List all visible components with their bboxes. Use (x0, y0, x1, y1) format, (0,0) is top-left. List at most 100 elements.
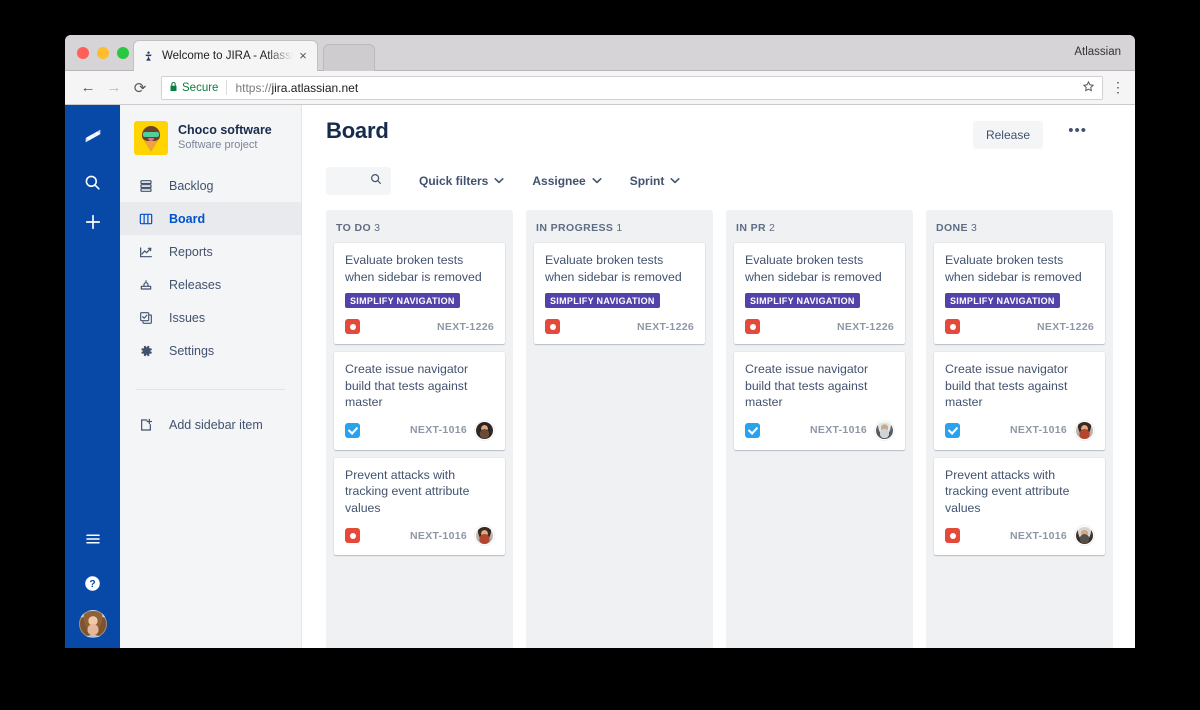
column-header: TO DO 3 (334, 210, 505, 243)
board-card[interactable]: Evaluate broken tests when sidebar is re… (334, 243, 505, 344)
page-title: Board (326, 118, 389, 143)
project-header[interactable]: Choco software Software project (120, 121, 301, 155)
plus-icon[interactable] (76, 205, 110, 239)
board-card[interactable]: Prevent attacks with tracking event attr… (334, 457, 505, 555)
card-title: Create issue navigator build that tests … (745, 362, 869, 409)
back-button[interactable]: ← (75, 75, 101, 101)
browser-tab-inactive[interactable] (323, 44, 375, 71)
card-issue-key: NEXT-1016 (810, 424, 867, 436)
sidebar-item-issues[interactable]: Issues (120, 301, 301, 334)
card-assignee-avatar[interactable] (1075, 526, 1094, 545)
release-button[interactable]: Release (972, 121, 1043, 149)
sidebar-item-label: Releases (169, 277, 222, 292)
task-type-icon (745, 422, 760, 438)
browser-tab-active[interactable]: Welcome to JIRA - Atlassian Fi × (133, 40, 318, 71)
board-card[interactable]: Prevent attacks with tracking event attr… (934, 457, 1105, 555)
reload-button[interactable]: ⟳ (127, 75, 153, 101)
search-icon[interactable] (76, 165, 110, 199)
card-issue-key: NEXT-1226 (637, 320, 694, 333)
bug-type-icon (345, 528, 360, 543)
card-assignee-avatar[interactable] (875, 420, 894, 440)
assignee-dropdown[interactable]: Assignee (532, 174, 602, 188)
board-card[interactable]: Create issue navigator build that tests … (734, 352, 905, 450)
more-actions-button[interactable]: ••• (1068, 123, 1087, 139)
close-window-button[interactable] (77, 47, 89, 59)
card-assignee-avatar[interactable] (475, 420, 494, 440)
card-footer: NEXT-1016 (745, 420, 894, 440)
card-assignee-avatar[interactable] (1075, 420, 1094, 440)
sidebar-item-label: Backlog (169, 178, 214, 193)
omnibox-divider (226, 80, 228, 95)
column-header: DONE 3 (934, 210, 1105, 243)
board-card[interactable]: Evaluate broken tests when sidebar is re… (934, 243, 1105, 344)
sidebar-item-label: Reports (169, 244, 213, 259)
card-issue-key: NEXT-1016 (410, 529, 467, 542)
board-card[interactable]: Create issue navigator build that tests … (934, 352, 1105, 450)
address-bar[interactable]: Secure https:// jira.atlassian.net (161, 75, 1103, 100)
help-icon[interactable]: ? (76, 566, 110, 600)
add-sidebar-item-label: Add sidebar item (169, 417, 263, 432)
global-nav-bottom-group: ? (76, 522, 110, 638)
column-card-count: 2 (769, 222, 776, 234)
releases-icon (136, 277, 156, 293)
jira-logo-icon[interactable] (76, 119, 110, 153)
task-type-icon (345, 422, 360, 438)
card-assignee-avatar[interactable] (475, 526, 494, 545)
card-issue-key: NEXT-1016 (1010, 424, 1067, 436)
board-card[interactable]: Evaluate broken tests when sidebar is re… (734, 243, 905, 344)
board-card[interactable]: Evaluate broken tests when sidebar is re… (534, 243, 705, 344)
card-footer: NEXT-1226 (345, 319, 494, 334)
window-traffic-lights (77, 47, 129, 59)
maximize-window-button[interactable] (117, 47, 129, 59)
project-avatar-icecream (134, 121, 168, 155)
add-sidebar-item-button[interactable]: Add sidebar item (120, 408, 301, 441)
minimize-window-button[interactable] (97, 47, 109, 59)
card-label-badge: SIMPLIFY NAVIGATION (745, 293, 860, 308)
card-issue-key: NEXT-1016 (1010, 529, 1067, 542)
card-footer: NEXT-1226 (545, 319, 694, 334)
sidebar-item-backlog[interactable]: Backlog (120, 169, 301, 202)
card-footer: NEXT-1226 (945, 319, 1094, 334)
bookmark-star-icon[interactable] (1082, 80, 1095, 96)
column-header: IN PR 2 (734, 210, 905, 243)
sidebar-item-settings[interactable]: Settings (120, 334, 301, 367)
browser-url-bar: ← → ⟳ Secure https:// jira.atlassian.net… (65, 71, 1135, 105)
card-issue-key: NEXT-1016 (410, 424, 467, 436)
browser-tab-title: Welcome to JIRA - Atlassian Fi (162, 50, 296, 62)
search-icon (369, 172, 383, 191)
user-avatar[interactable] (78, 610, 107, 638)
window-brand-label: Atlassian (1074, 46, 1121, 58)
sidebar-item-label: Settings (169, 343, 215, 358)
card-issue-key: NEXT-1226 (437, 320, 494, 333)
sidebar-item-reports[interactable]: Reports (120, 235, 301, 268)
card-footer: NEXT-1016 (945, 420, 1094, 440)
quick-filters-dropdown[interactable]: Quick filters (419, 174, 504, 188)
board-main-content: Board Release ••• Quick filters Assignee… (302, 105, 1135, 648)
url-host: jira.atlassian.net (271, 80, 359, 95)
card-issue-key: NEXT-1226 (837, 320, 894, 333)
board-card[interactable]: Create issue navigator build that tests … (334, 352, 505, 450)
sidebar-item-releases[interactable]: Releases (120, 268, 301, 301)
browser-window: Welcome to JIRA - Atlassian Fi × Atlassi… (65, 35, 1135, 648)
card-title: Evaluate broken tests when sidebar is re… (345, 253, 482, 284)
board-columns-container: TO DO 3 Evaluate broken tests when sidebar… (326, 210, 1135, 648)
card-footer: NEXT-1016 (345, 526, 494, 545)
sidebar-divider (136, 389, 285, 390)
card-title: Evaluate broken tests when sidebar is re… (745, 253, 882, 284)
browser-menu-button[interactable]: ⋮ (1111, 79, 1125, 96)
settings-icon (136, 343, 156, 359)
search-input[interactable] (326, 167, 391, 195)
column-card-count: 3 (374, 222, 381, 234)
jira-application: ? Choco software Software project Backlo… (65, 105, 1135, 648)
sidebar-item-board[interactable]: Board (120, 202, 301, 235)
board-toolbar: Quick filters Assignee Sprint (326, 167, 680, 195)
sprint-dropdown[interactable]: Sprint (630, 174, 681, 188)
forward-button[interactable]: → (101, 75, 127, 101)
bug-type-icon (745, 319, 760, 334)
project-sidebar: Choco software Software project Backlog (120, 105, 302, 648)
card-label-badge: SIMPLIFY NAVIGATION (545, 293, 660, 308)
project-name: Choco software (178, 123, 272, 137)
close-tab-button[interactable]: × (296, 49, 310, 63)
column-header: IN PROGRESS 1 (534, 210, 705, 243)
hamburger-icon[interactable] (76, 522, 110, 556)
